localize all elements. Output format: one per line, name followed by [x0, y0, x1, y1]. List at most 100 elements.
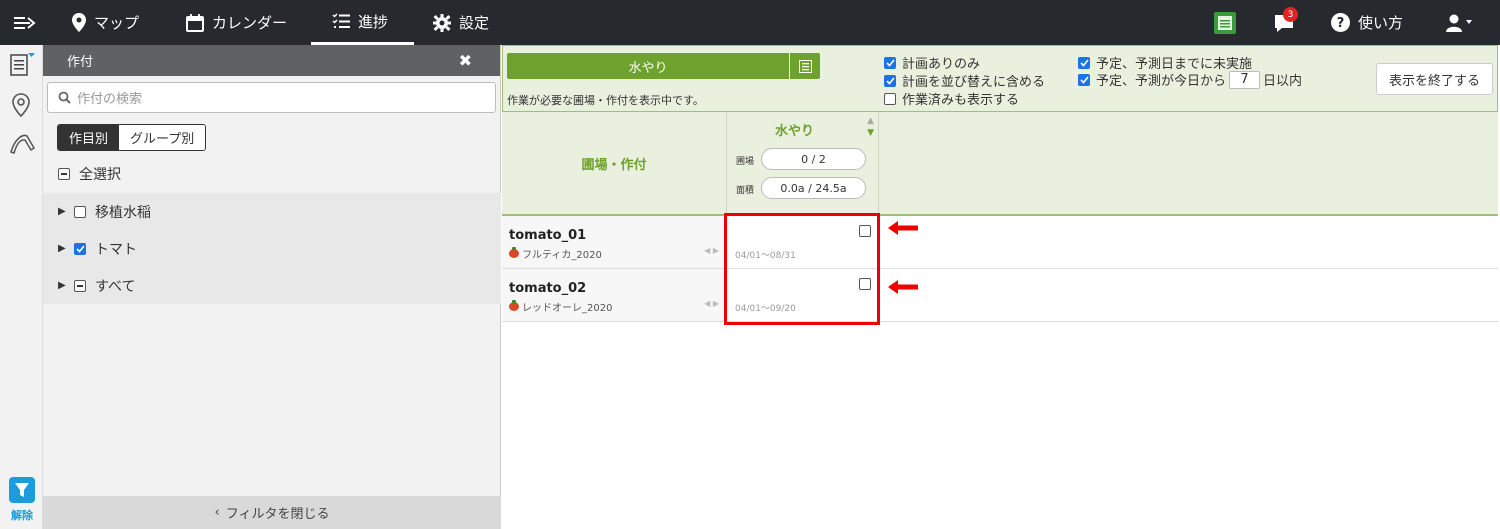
annotation-arrow-icon — [888, 280, 918, 294]
area-value: 0.0a / 24.5a — [761, 177, 866, 199]
top-navbar: マップ カレンダー 進捗 設定 3 ? 使い方 — [0, 0, 1500, 45]
field-count-value: 0 / 2 — [761, 148, 866, 170]
area-label: 面積 — [736, 186, 755, 196]
crop-label: フルティカ_2020 — [522, 250, 602, 261]
task-list-icon[interactable] — [789, 53, 820, 79]
filter-clear-label: 解除 — [11, 509, 33, 522]
search-icon — [58, 91, 71, 104]
nav-progress[interactable]: 進捗 — [311, 0, 414, 45]
field-count-label: 圃場 — [736, 157, 755, 167]
help-label: 使い方 — [1358, 14, 1404, 32]
checkbox[interactable] — [884, 92, 896, 105]
calendar-icon — [186, 13, 204, 32]
user-menu[interactable] — [1446, 0, 1478, 45]
crop-label: レッドオーレ_2020 — [522, 303, 613, 314]
task-name: 水やり — [628, 60, 668, 76]
row-nav-arrows[interactable]: ◀ ▶ — [704, 299, 719, 308]
notification-badge: 3 — [1283, 7, 1298, 22]
expand-arrow-icon[interactable]: ▶ — [58, 280, 66, 291]
opt-label: 予定、予測が今日から — [1096, 74, 1227, 89]
opt-label: 計画ありのみ — [902, 57, 981, 72]
field-name: tomato_02 — [509, 281, 587, 296]
days-input[interactable]: 7 — [1229, 70, 1261, 89]
opt-show-done[interactable]: 作業済みも表示する — [884, 89, 1019, 108]
tree-item-checkbox[interactable] — [74, 279, 86, 292]
map-pin-icon — [72, 13, 86, 32]
close-filter-button[interactable]: ‹ フィルタを閉じる — [43, 496, 501, 529]
opt-include-sort[interactable]: 計画を並び替えに含める — [884, 71, 1045, 90]
expand-arrow-icon[interactable]: ▶ — [58, 243, 66, 254]
tab-by-group[interactable]: グループ別 — [119, 125, 206, 150]
filter-note: 作業が必要な圃場・作付を表示中です。 — [507, 94, 704, 107]
tree-item-all[interactable]: ▶ すべて — [43, 267, 501, 304]
filter-clear-button[interactable] — [9, 477, 35, 503]
row-name-cell: tomato_02 レッドオーレ_2020 ◀ ▶ — [502, 269, 727, 321]
select-all-checkbox[interactable] — [58, 167, 70, 180]
tree-item-checkbox[interactable] — [74, 205, 86, 218]
expand-arrow-icon[interactable]: ▶ — [58, 206, 66, 217]
task-column-header: 水やり ▲ ▼ 圃場 0 / 2 面積 0.0a / 24.5a — [728, 112, 879, 214]
left-rail: 解除 — [0, 45, 43, 529]
tab-by-crop[interactable]: 作目別 — [58, 125, 120, 150]
checkbox[interactable] — [1078, 56, 1090, 69]
sort-icon[interactable]: ▲ ▼ — [867, 115, 874, 139]
row-nav-arrows[interactable]: ◀ ▶ — [704, 246, 719, 255]
checkmark-icon — [75, 244, 85, 253]
close-icon[interactable]: ✖ — [459, 51, 472, 70]
opt-label: 計画を並び替えに含める — [902, 75, 1046, 90]
help-link[interactable]: ? 使い方 — [1331, 0, 1403, 45]
field-column-header: 圃場・作付 — [502, 112, 727, 214]
nav-calendar[interactable]: カレンダー — [186, 0, 287, 45]
end-display-button[interactable]: 表示を終了する — [1376, 63, 1493, 95]
checkbox[interactable] — [884, 56, 896, 69]
opt-planned-only[interactable]: 計画ありのみ — [884, 53, 980, 72]
opt-label-suffix: 日以内 — [1263, 74, 1303, 89]
table-row: tomato_01 フルティカ_2020 ◀ ▶ 04/01～08/31 — [502, 216, 1498, 269]
manual-book-icon[interactable] — [1214, 0, 1236, 45]
select-all-label: 全選択 — [79, 166, 121, 183]
table-header: 圃場・作付 水やり ▲ ▼ 圃場 0 / 2 面積 0.0a / 24.5a — [502, 112, 1498, 216]
panel-title: 作付 — [67, 55, 94, 70]
tree-item-rice[interactable]: ▶ 移植水稲 — [43, 193, 501, 230]
user-icon — [1446, 14, 1472, 32]
nav-map-label: マップ — [94, 14, 140, 32]
annotation-highlight-box — [724, 213, 880, 325]
checklist-icon — [332, 13, 350, 28]
menu-toggle-icon[interactable] — [14, 0, 36, 45]
group-toggle: 作目別 グループ別 — [57, 124, 207, 151]
question-circle-icon: ? — [1331, 13, 1350, 32]
row-name-cell: tomato_01 フルティカ_2020 ◀ ▶ — [502, 216, 727, 268]
gear-icon — [433, 13, 451, 32]
boomerang-icon[interactable] — [9, 130, 36, 160]
table-row: tomato_02 レッドオーレ_2020 ◀ ▶ 04/01～09/20 — [502, 269, 1498, 322]
crop-name: フルティカ_2020 — [509, 246, 602, 261]
location-pin-icon[interactable] — [9, 92, 33, 122]
tree-item-label: すべて — [95, 278, 136, 295]
nav-progress-label: 進捗 — [358, 12, 389, 31]
tree-item-checkbox[interactable] — [74, 242, 86, 255]
svg-text:?: ? — [1337, 16, 1345, 31]
list-filter-icon[interactable] — [9, 52, 35, 82]
task-select-button[interactable]: 水やり — [507, 53, 820, 79]
nav-map[interactable]: マップ — [72, 0, 139, 45]
filter-panel: 作付 ✖ 作付の検索 作目別 グループ別 全選択 ▶ 移植水稲 ▶ トマト ▶ … — [43, 45, 501, 529]
opt-label: 作業済みも表示する — [902, 93, 1020, 108]
panel-header: 作付 ✖ — [43, 45, 500, 76]
opt-within-days[interactable]: 予定、予測が今日から 7 日以内 — [1078, 70, 1302, 89]
chevron-left-icon: ‹ — [214, 505, 220, 520]
crop-name: レッドオーレ_2020 — [509, 299, 612, 314]
search-placeholder: 作付の検索 — [77, 92, 143, 107]
crop-search-input[interactable]: 作付の検索 — [47, 82, 496, 113]
select-all-row[interactable]: 全選択 — [43, 155, 501, 192]
task-filter-bar: 水やり 作業が必要な圃場・作付を表示中です。 計画ありのみ 計画を並び替えに含め… — [502, 45, 1498, 112]
field-name: tomato_01 — [509, 228, 587, 243]
nav-settings-label: 設定 — [459, 14, 490, 32]
nav-settings[interactable]: 設定 — [433, 0, 489, 45]
checkbox[interactable] — [1078, 73, 1090, 86]
nav-calendar-label: カレンダー — [212, 14, 288, 32]
tree-item-label: 移植水稲 — [95, 204, 151, 221]
checkbox[interactable] — [884, 74, 896, 87]
tree-item-tomato[interactable]: ▶ トマト — [43, 230, 501, 267]
tree-item-label: トマト — [95, 241, 137, 258]
annotation-arrow-icon — [888, 221, 918, 235]
